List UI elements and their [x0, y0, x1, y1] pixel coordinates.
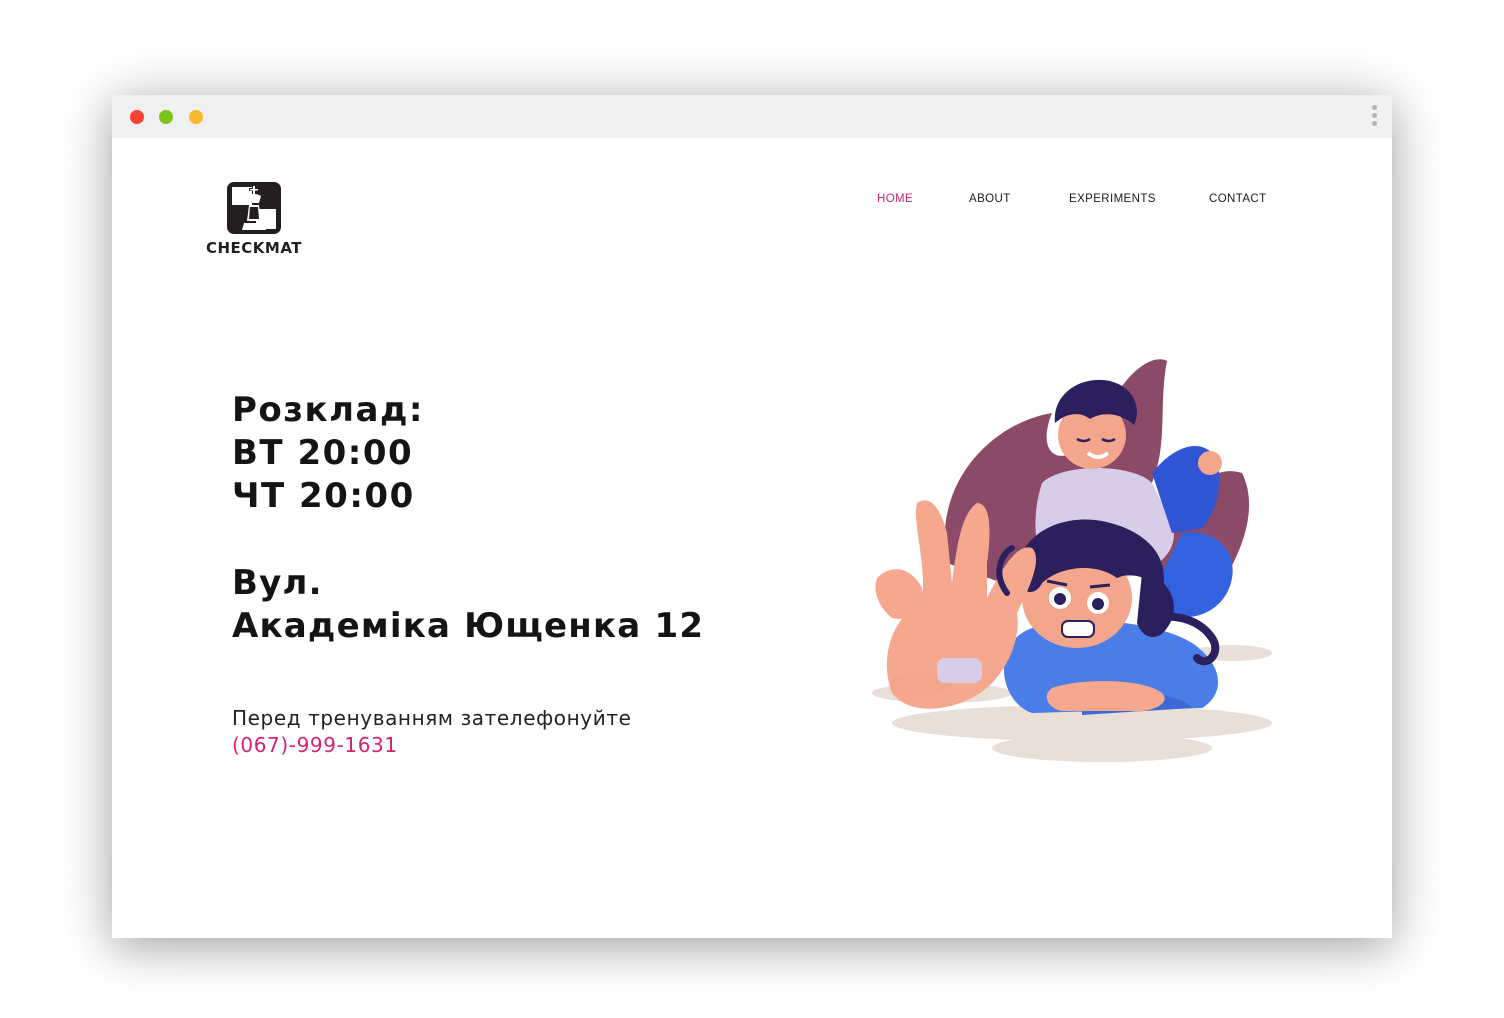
page-stage: CHECKMAT HOME ABOUT EXPERIMENTS CONTACT …: [0, 0, 1504, 1018]
address-street-prefix: Вул.: [232, 563, 323, 603]
nav-home-link[interactable]: HOME: [877, 193, 913, 205]
maximize-window-button[interactable]: [189, 110, 203, 124]
schedule-line: ЧТ 20:00: [232, 476, 415, 516]
grappling-illustration: [872, 359, 1272, 762]
address-block: Вул. Академіка Ющенка 12: [232, 562, 704, 648]
schedule-block: Розклад: ВТ 20:00 ЧТ 20:00: [232, 389, 424, 518]
close-window-button[interactable]: [130, 110, 144, 124]
browser-window: CHECKMAT HOME ABOUT EXPERIMENTS CONTACT …: [112, 95, 1392, 938]
window-titlebar: [112, 95, 1392, 138]
call-note-text: Перед тренуванням зателефонуйте: [232, 706, 632, 730]
nav-about-link[interactable]: ABOUT: [969, 193, 1011, 205]
kebab-menu-icon[interactable]: [1370, 105, 1378, 129]
minimize-window-button[interactable]: [159, 110, 173, 124]
brand-name: CHECKMAT: [205, 239, 303, 257]
nav-experiments-link[interactable]: EXPERIMENTS: [1069, 193, 1156, 205]
schedule-line: ВТ 20:00: [232, 433, 414, 473]
brand-logo[interactable]: CHECKMAT: [200, 181, 308, 257]
phone-link[interactable]: (067)-999-1631: [232, 732, 398, 758]
chess-king-logo-icon: [227, 182, 281, 234]
schedule-heading: Розклад:: [232, 390, 425, 430]
nav-contact-link[interactable]: CONTACT: [1209, 193, 1267, 205]
address-street-name: Академіка Ющенка 12: [232, 606, 705, 646]
